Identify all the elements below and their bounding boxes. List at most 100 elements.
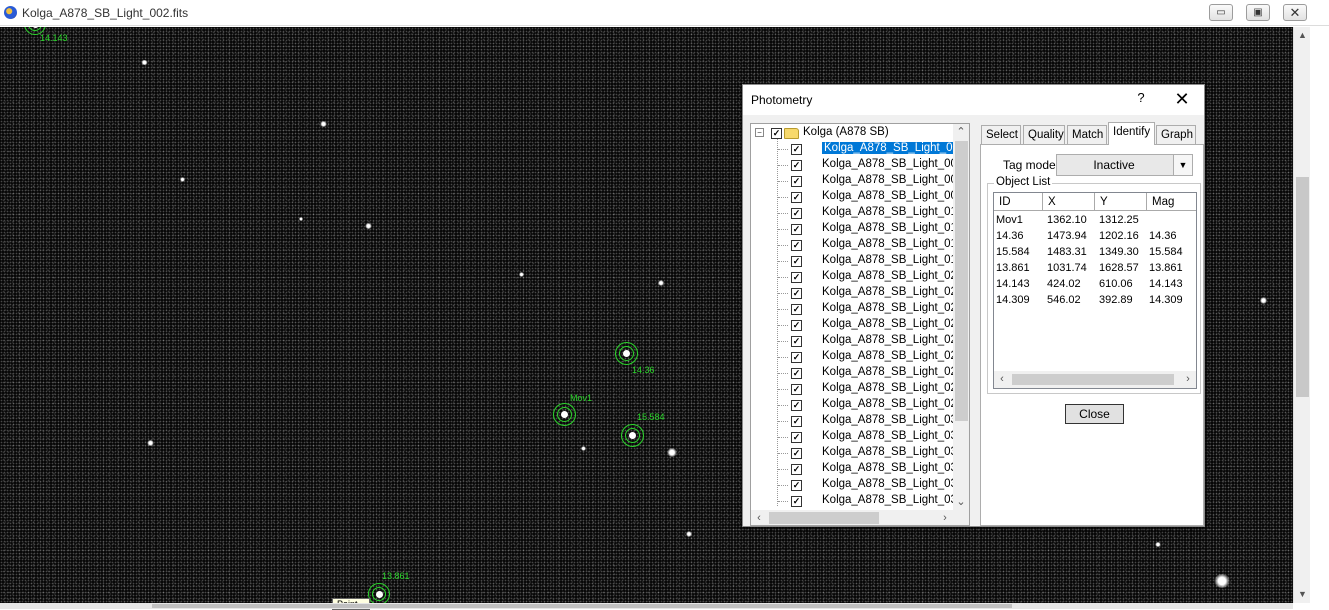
help-button[interactable]: ? bbox=[1133, 90, 1149, 108]
tree-connector bbox=[778, 181, 788, 182]
tree-item-checkbox[interactable]: ✓ bbox=[791, 256, 802, 267]
scroll-thumb[interactable] bbox=[152, 604, 1012, 608]
tree-item-checkbox[interactable]: ✓ bbox=[791, 160, 802, 171]
dialog-title: Photometry bbox=[751, 93, 813, 107]
tree-item-checkbox[interactable]: ✓ bbox=[791, 368, 802, 379]
tree-item[interactable]: ✓ Kolga_A878_SB_Light_033 bbox=[751, 461, 963, 477]
tree-item[interactable]: ✓ Kolga_A878_SB_Light_022 bbox=[751, 301, 963, 317]
tree-root[interactable]: − ✓ Kolga (A878 SB) bbox=[751, 125, 951, 141]
tree-item[interactable]: ✓ Kolga_A878_SB_Light_028 bbox=[751, 397, 963, 413]
marker-label: Mov1 bbox=[570, 393, 593, 403]
tab-match[interactable]: Match bbox=[1067, 125, 1107, 144]
tree-item[interactable]: ✓ Kolga_A878_SB_Light_006 bbox=[751, 173, 963, 189]
tree-item-checkbox[interactable]: ✓ bbox=[791, 240, 802, 251]
tree-item-checkbox[interactable]: ✓ bbox=[791, 432, 802, 443]
tree-item[interactable]: ✓ Kolga_A878_SB_Light_014 bbox=[751, 253, 963, 269]
tree-item[interactable]: ✓ Kolga_A878_SB_Light_030 bbox=[751, 413, 963, 429]
tree-item-label: Kolga_A878_SB_Light_022 bbox=[822, 302, 964, 314]
table-cell: 1349.30 bbox=[1099, 246, 1139, 258]
viewer-vertical-scrollbar[interactable]: ▲ ▼ bbox=[1293, 27, 1310, 603]
tree-item[interactable]: ✓ Kolga_A878_SB_Light_005 bbox=[751, 157, 963, 173]
tree-item-checkbox[interactable]: ✓ bbox=[791, 480, 802, 491]
scroll-thumb[interactable] bbox=[1296, 177, 1309, 397]
photometry-marker[interactable] bbox=[621, 424, 644, 447]
column-header-y[interactable]: Y bbox=[1095, 193, 1147, 211]
maximize-button[interactable]: ▣ bbox=[1246, 4, 1270, 21]
tree-item[interactable]: ✓ Kolga_A878_SB_Light_010 bbox=[751, 205, 963, 221]
tree-item[interactable]: ✓ Kolga_A878_SB_Light_031 bbox=[751, 429, 963, 445]
collapse-icon[interactable]: − bbox=[755, 128, 764, 137]
star bbox=[299, 217, 303, 221]
scroll-thumb[interactable] bbox=[955, 141, 968, 421]
chevron-right-icon[interactable]: › bbox=[937, 510, 953, 525]
tab-identify[interactable]: Identify bbox=[1108, 122, 1155, 145]
window-close-button[interactable]: ✕ bbox=[1283, 4, 1307, 21]
tree-item-checkbox[interactable]: ✓ bbox=[791, 272, 802, 283]
tree-item[interactable]: ✓ Kolga_A878_SB_Light_032 bbox=[751, 445, 963, 461]
column-header-x[interactable]: X bbox=[1043, 193, 1095, 211]
tree-item[interactable]: ✓ Kolga_A878_SB_Light_011 bbox=[751, 221, 962, 237]
table-cell: 424.02 bbox=[1047, 278, 1081, 290]
tab-select[interactable]: Select bbox=[981, 125, 1021, 144]
tree-item[interactable]: ✓ Kolga_A878_SB_Light_034 bbox=[751, 477, 963, 493]
image-tree[interactable]: − ✓ Kolga (A878 SB) ✓ Kolga_A878_SB_Light… bbox=[750, 123, 970, 526]
object-list-table[interactable]: ID X Y Mag Mov1 1362.10 1312.25 14.36 1473.9… bbox=[993, 192, 1197, 389]
column-header-mag[interactable]: Mag bbox=[1147, 193, 1196, 211]
dialog-titlebar: Photometry ? ✕ bbox=[743, 85, 1204, 115]
viewer-horizontal-scrollbar[interactable] bbox=[0, 603, 1293, 609]
tree-item-checkbox[interactable]: ✓ bbox=[791, 176, 802, 187]
tree-item-checkbox[interactable]: ✓ bbox=[791, 304, 802, 315]
close-button[interactable]: Close bbox=[1065, 404, 1124, 424]
tree-item[interactable]: ✓ Kolga_A878_SB_Light_013 bbox=[751, 237, 963, 253]
tree-item[interactable]: ✓ Kolga_A878_SB_Light_020 bbox=[751, 269, 963, 285]
tree-item[interactable]: ✓ Kolga_A878_SB_Light_023 bbox=[751, 317, 963, 333]
tree-item-checkbox[interactable]: ✓ bbox=[791, 320, 802, 331]
tree-item[interactable]: ✓ Kolga_A878_SB_Light_035 bbox=[751, 493, 963, 509]
tree-vertical-scrollbar[interactable]: ⌃ ⌄ bbox=[953, 124, 969, 510]
column-header-id[interactable]: ID bbox=[994, 193, 1043, 211]
tree-item-checkbox[interactable]: ✓ bbox=[791, 288, 802, 299]
tag-mode-dropdown[interactable]: Inactive ▼ bbox=[1056, 154, 1193, 176]
tree-item-checkbox[interactable]: ✓ bbox=[791, 352, 802, 363]
tree-item-checkbox[interactable]: ✓ bbox=[791, 416, 802, 427]
chevron-right-icon[interactable]: › bbox=[1180, 371, 1196, 387]
scroll-up-icon[interactable]: ▲ bbox=[1294, 27, 1311, 44]
photometry-marker[interactable] bbox=[553, 403, 576, 426]
tab-graph[interactable]: Graph bbox=[1156, 125, 1196, 144]
tree-item-checkbox[interactable]: ✓ bbox=[791, 400, 802, 411]
chevron-left-icon[interactable]: ‹ bbox=[751, 510, 767, 525]
tree-item-checkbox[interactable]: ✓ bbox=[791, 336, 802, 347]
chevron-down-icon[interactable]: ⌄ bbox=[953, 494, 969, 510]
object-list-horizontal-scrollbar[interactable]: ‹ › bbox=[994, 371, 1196, 388]
tree-item[interactable]: ✓ Kolga_A878_SB_Light_026 bbox=[751, 365, 963, 381]
tree-item[interactable]: ✓ Kolga_A878_SB_Light_009 bbox=[751, 189, 963, 205]
tree-item-checkbox[interactable]: ✓ bbox=[791, 144, 802, 155]
tree-horizontal-scrollbar[interactable]: ‹ › bbox=[751, 510, 969, 525]
photometry-marker[interactable] bbox=[615, 342, 638, 365]
tree-item[interactable]: ✓ Kolga_A878_SB_Light_021 bbox=[751, 285, 963, 301]
minimize-button[interactable]: ▭ bbox=[1209, 4, 1233, 21]
tree-item[interactable]: ✓ Kolga_A878_SB_Light_025 bbox=[751, 349, 963, 365]
chevron-left-icon[interactable]: ‹ bbox=[994, 371, 1010, 387]
tab-quality[interactable]: Quality bbox=[1023, 125, 1065, 144]
scroll-thumb[interactable] bbox=[769, 512, 879, 524]
tree-item-checkbox[interactable]: ✓ bbox=[791, 208, 802, 219]
tree-item-checkbox[interactable]: ✓ bbox=[791, 192, 802, 203]
scroll-thumb[interactable] bbox=[1012, 374, 1174, 385]
tree-root-checkbox[interactable]: ✓ bbox=[771, 128, 782, 139]
tree-item-checkbox[interactable]: ✓ bbox=[791, 464, 802, 475]
table-cell: 14.36 bbox=[996, 230, 1024, 242]
tree-item-checkbox[interactable]: ✓ bbox=[791, 496, 802, 507]
tree-item[interactable]: ✓ Kolga_A878_SB_Light_027 bbox=[751, 381, 963, 397]
scroll-down-icon[interactable]: ▼ bbox=[1294, 586, 1311, 603]
photometry-marker[interactable] bbox=[368, 583, 390, 603]
chevron-up-icon[interactable]: ⌃ bbox=[953, 124, 969, 140]
tree-item-checkbox[interactable]: ✓ bbox=[791, 384, 802, 395]
tree-item-checkbox[interactable]: ✓ bbox=[791, 448, 802, 459]
tree-item[interactable]: ✓ Kolga_A878_SB_Light_002 bbox=[751, 141, 968, 157]
tree-item[interactable]: ✓ Kolga_A878_SB_Light_024 bbox=[751, 333, 963, 349]
tree-item-checkbox[interactable]: ✓ bbox=[791, 224, 802, 235]
dialog-close-button[interactable]: ✕ bbox=[1171, 88, 1193, 110]
star bbox=[1260, 297, 1267, 304]
dropdown-arrow-icon[interactable]: ▼ bbox=[1173, 155, 1192, 175]
